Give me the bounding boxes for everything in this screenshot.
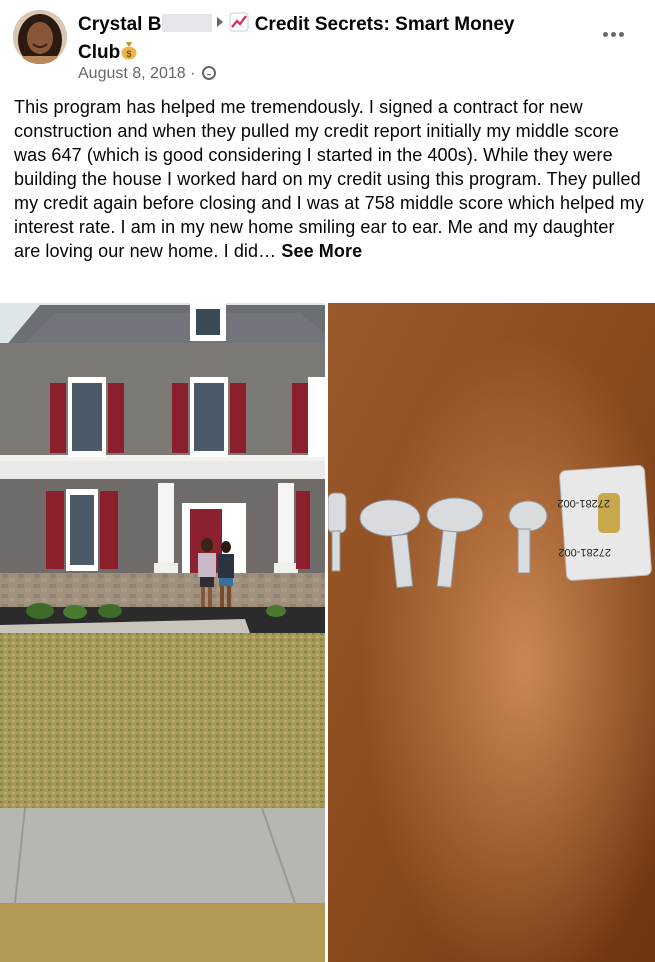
post-author-line: Crystal B Credit Secrets: Smart Money Cl… — [78, 12, 598, 68]
globe-icon — [201, 66, 216, 80]
house-photo[interactable] — [0, 303, 325, 962]
group-name-line2[interactable]: Club — [78, 42, 120, 63]
svg-text:27281-002: 27281-002 — [558, 546, 611, 558]
chart-increasing-icon — [229, 12, 249, 40]
caret-right-icon — [217, 17, 224, 27]
post-photos: 27281-002 27281-002 — [0, 303, 655, 962]
more-options-dot — [610, 31, 616, 37]
more-options-dot — [618, 31, 624, 37]
more-options-icon — [602, 31, 608, 37]
see-more-link[interactable]: See More — [281, 241, 362, 261]
svg-text:27281-002: 27281-002 — [557, 497, 610, 509]
meta-separator: · — [190, 65, 196, 82]
more-options-button[interactable] — [598, 22, 628, 46]
post-body-text: This program has helped me tremendously.… — [14, 97, 644, 261]
group-name[interactable]: Credit Secrets: Smart Money — [255, 14, 515, 35]
author-name[interactable]: Crystal B — [78, 14, 161, 35]
keys-photo[interactable]: 27281-002 27281-002 — [328, 303, 655, 962]
post-header: Crystal B Credit Secrets: Smart Money Cl… — [0, 0, 655, 90]
author-avatar[interactable] — [13, 10, 67, 64]
post-body: This program has helped me tremendously.… — [14, 95, 644, 263]
post-meta: August 8, 2018 · — [78, 64, 216, 84]
post-date[interactable]: August 8, 2018 — [78, 65, 186, 82]
redacted-name-block — [162, 14, 213, 32]
svg-text:$: $ — [127, 49, 132, 59]
